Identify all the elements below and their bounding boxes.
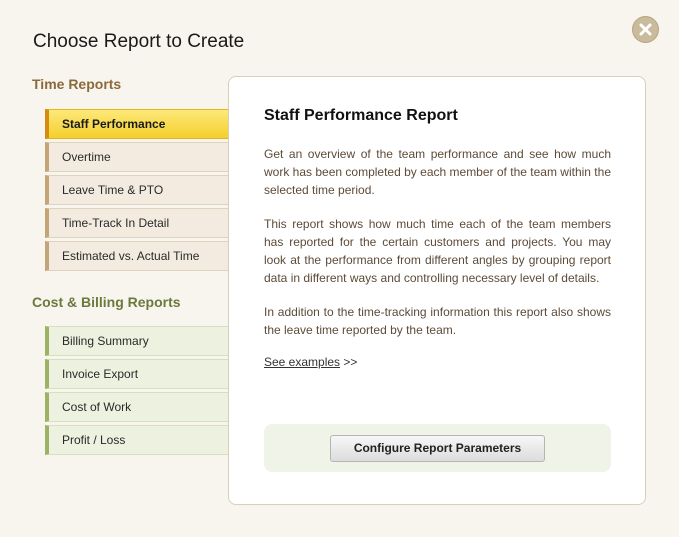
- time-reports-heading: Time Reports: [32, 76, 122, 92]
- close-icon: [639, 23, 652, 36]
- report-extra-paragraph: In addition to the time-tracking informa…: [264, 305, 611, 337]
- nav-item-profit-loss[interactable]: Profit / Loss: [45, 425, 229, 455]
- report-summary-paragraph: Get an overview of the team performance …: [264, 147, 611, 197]
- nav-item-cost-of-work[interactable]: Cost of Work: [45, 392, 229, 422]
- see-examples-link[interactable]: See examples: [264, 355, 340, 369]
- close-button[interactable]: [632, 16, 659, 43]
- time-reports-list: Staff Performance Overtime Leave Time & …: [45, 109, 240, 274]
- nav-item-leave-time-pto[interactable]: Leave Time & PTO: [45, 175, 229, 205]
- nav-item-time-track-in-detail[interactable]: Time-Track In Detail: [45, 208, 229, 238]
- report-title: Staff Performance Report: [264, 107, 458, 124]
- cost-billing-reports-heading: Cost & Billing Reports: [32, 294, 181, 310]
- nav-item-invoice-export[interactable]: Invoice Export: [45, 359, 229, 389]
- examples-arrow: >>: [340, 355, 358, 369]
- report-dialog: Choose Report to Create Time Reports Sta…: [0, 0, 679, 537]
- billing-reports-list: Billing Summary Invoice Export Cost of W…: [45, 326, 229, 458]
- nav-item-billing-summary[interactable]: Billing Summary: [45, 326, 229, 356]
- nav-item-overtime[interactable]: Overtime: [45, 142, 229, 172]
- configure-report-parameters-button[interactable]: Configure Report Parameters: [330, 434, 545, 462]
- nav-item-estimated-vs-actual[interactable]: Estimated vs. Actual Time: [45, 241, 229, 271]
- report-description-panel: Staff Performance Report Get an overview…: [228, 76, 646, 505]
- dialog-title: Choose Report to Create: [33, 31, 245, 52]
- panel-footer: Configure Report Parameters: [264, 424, 611, 472]
- nav-item-staff-performance[interactable]: Staff Performance: [45, 109, 240, 139]
- report-detail-paragraph: This report shows how much time each of …: [264, 217, 611, 285]
- examples-line: See examples >>: [264, 355, 357, 369]
